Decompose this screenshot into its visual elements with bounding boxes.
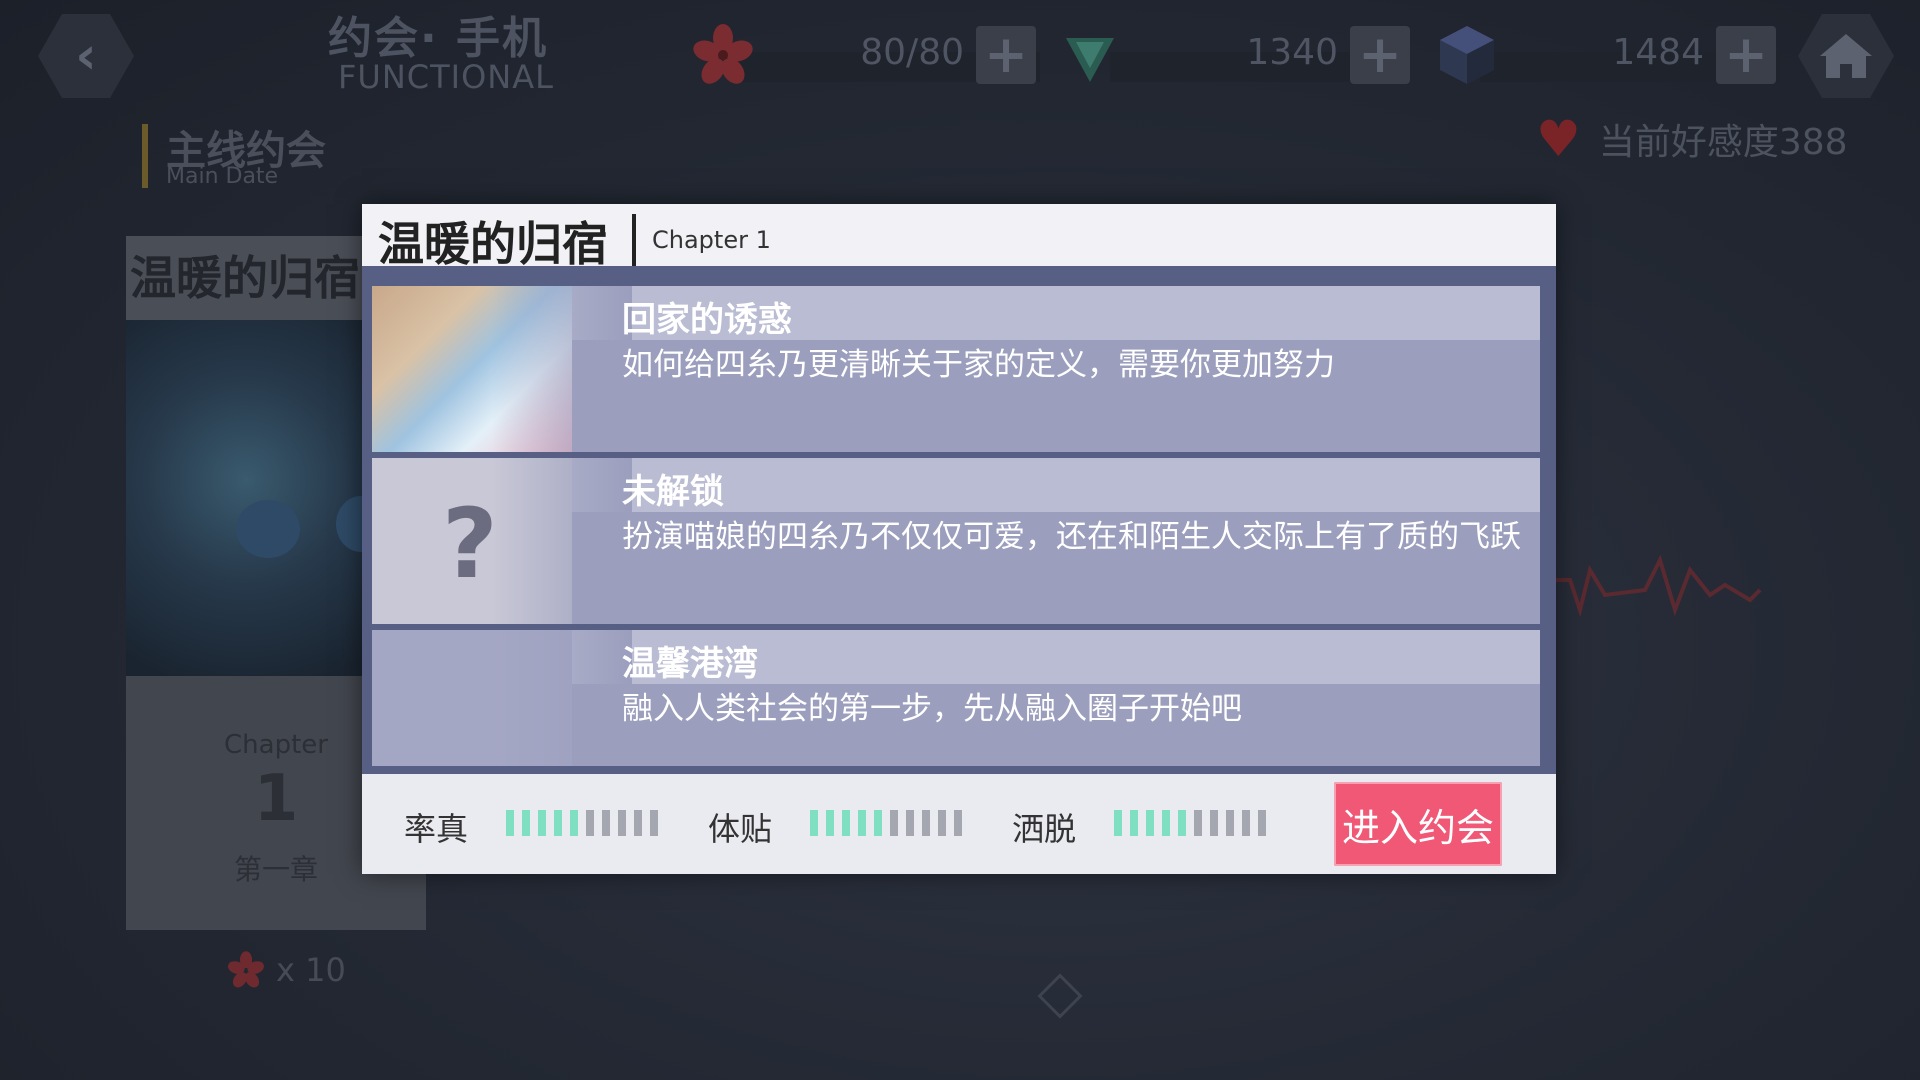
top-bar: ‹ 约会· 手机 FUNCTIONAL 80/80 + 1340 + 1484 … (0, 0, 1920, 105)
episode-description: 融入人类社会的第一步，先从融入圈子开始吧 (622, 691, 1242, 727)
stamina-value: 80/80 (860, 32, 964, 73)
crystal-counter: 1340 + (1210, 24, 1410, 86)
heart-icon: ♥ (1536, 110, 1581, 168)
stat-segment (570, 810, 578, 836)
dialog-chapter: Chapter 1 (652, 226, 771, 254)
sakura-icon (228, 951, 264, 988)
stat-freedom: 洒脱 (1012, 804, 1272, 848)
home-button[interactable] (1798, 14, 1894, 98)
stat-segment (1178, 810, 1186, 836)
stat-segment (602, 810, 610, 836)
character-eye (236, 500, 300, 558)
heartbeat-icon (1550, 554, 1762, 618)
crystal-icon (1066, 38, 1114, 82)
cube-icon (1440, 26, 1494, 84)
affection-label: 当前好感度388 (1598, 122, 1848, 163)
thumbnail-fade (492, 286, 632, 452)
stat-caring: 体贴 (708, 804, 968, 848)
app-subtitle: FUNCTIONAL (338, 58, 554, 96)
stat-segment (554, 810, 562, 836)
stat-segment (810, 810, 818, 836)
episode-title: 温馨港湾 (622, 644, 758, 684)
chapter-cost: x 10 (226, 950, 346, 990)
stat-segment (890, 810, 898, 836)
episode-title: 未解锁 (622, 472, 724, 512)
stat-segment (506, 810, 514, 836)
home-icon (1820, 34, 1872, 78)
episode-list: 回家的诱惑 如何给四糸乃更清晰关于家的定义，需要你更加努力 ? 未解锁 扮演喵娘… (362, 266, 1556, 774)
episode-description: 扮演喵娘的四糸乃不仅仅可爱，还在和陌生人交际上有了质的飞跃 (622, 519, 1521, 555)
stat-segment (1242, 810, 1250, 836)
stat-label: 洒脱 (1012, 810, 1077, 848)
stat-segment (1226, 810, 1234, 836)
stat-segment (938, 810, 946, 836)
thumbnail-fade (492, 458, 632, 624)
stat-segment (538, 810, 546, 836)
dialog-footer: 率真 体贴 洒脱 进入约会 (362, 774, 1556, 874)
stat-segment (826, 810, 834, 836)
stat-segment (522, 810, 530, 836)
stat-candor: 率真 (404, 804, 664, 848)
stat-bars (1114, 810, 1266, 836)
episode-row[interactable]: 回家的诱惑 如何给四糸乃更清晰关于家的定义，需要你更加努力 (372, 286, 1540, 452)
add-cube-button[interactable]: + (1716, 26, 1776, 84)
add-crystal-button[interactable]: + (1350, 26, 1410, 84)
stat-segment (586, 810, 594, 836)
stat-segment (922, 810, 930, 836)
stamina-counter: 80/80 + (840, 24, 1036, 86)
stat-segment (842, 810, 850, 836)
title-divider (632, 214, 636, 266)
cube-value: 1484 (1612, 32, 1704, 73)
stat-segment (858, 810, 866, 836)
stat-segment (1130, 810, 1138, 836)
stat-segment (1114, 810, 1122, 836)
stat-segment (1146, 810, 1154, 836)
sakura-icon (693, 24, 753, 84)
chevron-left-icon: ‹ (75, 26, 97, 86)
add-stamina-button[interactable]: + (976, 26, 1036, 84)
stat-segment (650, 810, 658, 836)
stat-segment (906, 810, 914, 836)
crystal-value: 1340 (1246, 32, 1338, 73)
stat-label: 体贴 (708, 810, 773, 848)
stat-segment (954, 810, 962, 836)
affection-display: ♥ 当前好感度388 (1536, 112, 1848, 166)
stat-segment (634, 810, 642, 836)
dialog-title: 温暖的归宿 (378, 217, 608, 271)
episode-row-locked[interactable]: ? 未解锁 扮演喵娘的四糸乃不仅仅可爱，还在和陌生人交际上有了质的飞跃 (372, 458, 1540, 624)
back-button[interactable]: ‹ (38, 14, 134, 98)
cube-counter: 1484 + (1580, 24, 1776, 86)
stat-segment (1194, 810, 1202, 836)
section-subtitle: Main Date (166, 164, 279, 189)
stat-bars (810, 810, 962, 836)
cost-value: x 10 (276, 951, 346, 989)
episode-description: 如何给四糸乃更清晰关于家的定义，需要你更加努力 (622, 347, 1335, 383)
stat-segment (618, 810, 626, 836)
enter-date-button[interactable]: 进入约会 (1334, 782, 1502, 866)
stat-segment (1258, 810, 1266, 836)
thumbnail-fade (492, 630, 632, 766)
question-mark-icon: ? (442, 488, 498, 600)
section-accent (142, 124, 148, 188)
dialog-header: 温暖的归宿 Chapter 1 (362, 204, 1556, 271)
episode-row[interactable]: 温馨港湾 融入人类社会的第一步，先从融入圈子开始吧 (372, 630, 1540, 766)
stat-label: 率真 (404, 810, 469, 848)
chapter-dialog: 温暖的归宿 Chapter 1 回家的诱惑 如何给四糸乃更清晰关于家的定义，需要… (362, 204, 1556, 874)
stat-segment (1210, 810, 1218, 836)
app-title: 约会· 手机 (328, 13, 549, 64)
stat-segment (1162, 810, 1170, 836)
episode-title: 回家的诱惑 (622, 300, 792, 340)
stat-segment (874, 810, 882, 836)
stat-bars (506, 810, 658, 836)
